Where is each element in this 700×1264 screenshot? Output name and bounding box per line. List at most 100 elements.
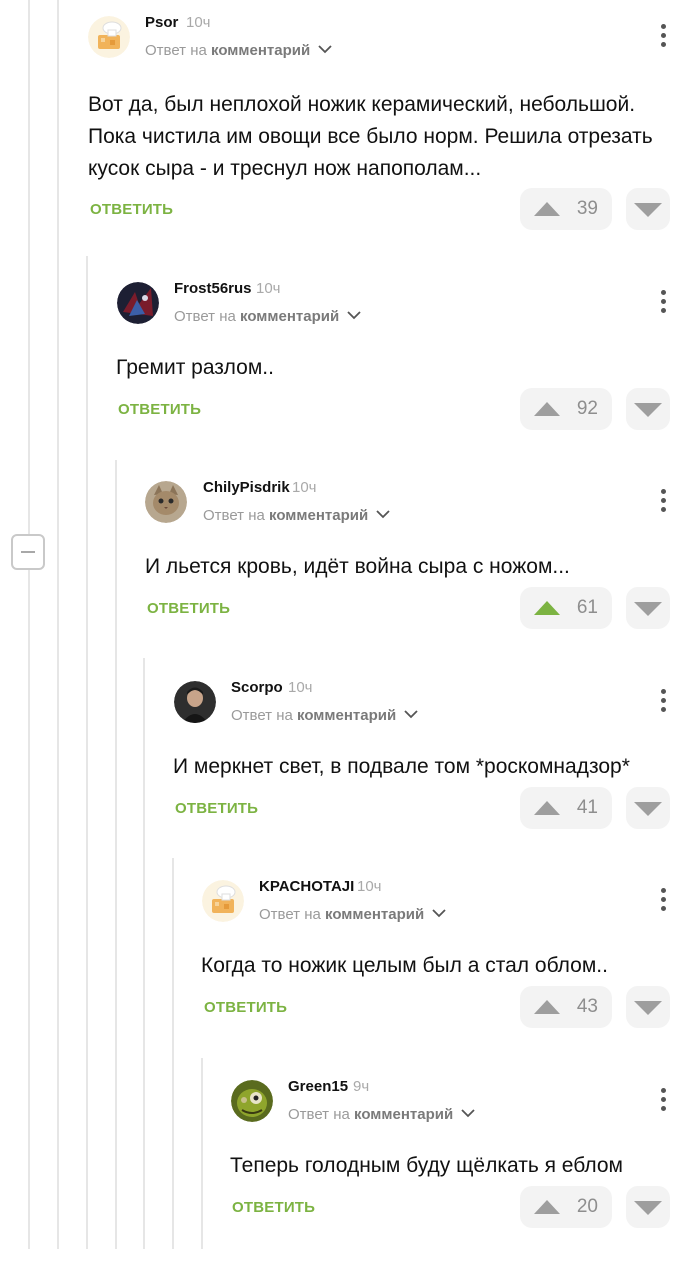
comment-text: Гремит разлом.. bbox=[116, 352, 274, 384]
arrow-down-icon bbox=[634, 203, 662, 217]
comment-text: И меркнет свет, в подвале том *роскомнад… bbox=[173, 751, 630, 783]
comment-text: Вот да, был неплохой ножик керамический,… bbox=[88, 89, 653, 185]
arrow-up-icon bbox=[534, 202, 560, 216]
timestamp: 9ч bbox=[353, 1078, 370, 1095]
chevron-down-icon bbox=[347, 311, 361, 320]
chevron-down-icon bbox=[461, 1109, 475, 1118]
upvote-button[interactable]: 20 bbox=[520, 1186, 612, 1228]
reply-to-link[interactable]: Ответ на комментарий bbox=[288, 1106, 475, 1123]
more-options-icon[interactable] bbox=[658, 1088, 668, 1118]
comment: KPACHOTAJI 10ч Ответ на комментарий Когд… bbox=[0, 864, 700, 1064]
upvote-button[interactable]: 92 bbox=[520, 388, 612, 430]
timestamp: 10ч bbox=[292, 479, 317, 496]
upvote-button[interactable]: 43 bbox=[520, 986, 612, 1028]
more-options-icon[interactable] bbox=[658, 689, 668, 719]
reply-button[interactable]: ОТВЕТИТЬ bbox=[147, 600, 230, 617]
author-name[interactable]: ChilyPisdrik bbox=[203, 479, 290, 496]
reply-target: комментарий bbox=[269, 507, 369, 524]
downvote-button[interactable] bbox=[626, 1186, 670, 1228]
reply-to-link[interactable]: Ответ на комментарий bbox=[231, 707, 418, 724]
arrow-up-icon bbox=[534, 601, 560, 615]
comment: Green15 9ч Ответ на комментарий Теперь г… bbox=[0, 1064, 700, 1264]
reply-target: комментарий bbox=[325, 906, 425, 923]
reply-to-link[interactable]: Ответ на комментарий bbox=[203, 507, 390, 524]
reply-button[interactable]: ОТВЕТИТЬ bbox=[118, 401, 201, 418]
timestamp: 10ч bbox=[256, 280, 281, 297]
arrow-down-icon bbox=[634, 403, 662, 417]
reply-prefix: Ответ на bbox=[259, 906, 321, 923]
timestamp: 10ч bbox=[288, 679, 313, 696]
fantasy-avatar-icon[interactable] bbox=[117, 282, 159, 324]
vote-count: 41 bbox=[576, 797, 598, 818]
reply-target: комментарий bbox=[354, 1106, 454, 1123]
reply-prefix: Ответ на bbox=[288, 1106, 350, 1123]
reply-prefix: Ответ на bbox=[231, 707, 293, 724]
comment: Scorpo 10ч Ответ на комментарий И меркне… bbox=[0, 665, 700, 865]
author-name[interactable]: Psor bbox=[145, 14, 178, 31]
reply-button[interactable]: ОТВЕТИТЬ bbox=[90, 201, 173, 218]
chef-avatar-icon[interactable] bbox=[88, 16, 130, 58]
more-options-icon[interactable] bbox=[658, 290, 668, 320]
arrow-up-icon bbox=[534, 1000, 560, 1014]
timestamp: 10ч bbox=[357, 878, 382, 895]
downvote-button[interactable] bbox=[626, 787, 670, 829]
comment-text: Теперь голодным буду щёлкать я еблом bbox=[230, 1150, 623, 1182]
upvote-button[interactable]: 61 bbox=[520, 587, 612, 629]
reply-target: комментарий bbox=[211, 42, 311, 59]
arrow-down-icon bbox=[634, 802, 662, 816]
author-name[interactable]: Green15 bbox=[288, 1078, 348, 1095]
arrow-up-icon bbox=[534, 801, 560, 815]
comment-line: И льется кровь, идёт война сыра с ножом.… bbox=[145, 555, 570, 578]
reply-to-link[interactable]: Ответ на комментарий bbox=[145, 42, 332, 59]
author-name[interactable]: KPACHOTAJI bbox=[259, 878, 354, 895]
comment: Frost56rus 10ч Ответ на комментарий Грем… bbox=[0, 266, 700, 466]
upvote-button[interactable]: 41 bbox=[520, 787, 612, 829]
chevron-down-icon bbox=[432, 909, 446, 918]
reply-to-link[interactable]: Ответ на комментарий bbox=[259, 906, 446, 923]
monster-avatar-icon[interactable] bbox=[231, 1080, 273, 1122]
more-options-icon[interactable] bbox=[658, 489, 668, 519]
vote-count: 43 bbox=[576, 996, 598, 1017]
reply-target: комментарий bbox=[297, 707, 397, 724]
more-options-icon[interactable] bbox=[658, 888, 668, 918]
vote-count: 20 bbox=[576, 1196, 598, 1217]
comment-text: Когда то ножик целым был а стал облом.. bbox=[201, 950, 608, 982]
arrow-down-icon bbox=[634, 1001, 662, 1015]
reply-button[interactable]: ОТВЕТИТЬ bbox=[175, 800, 258, 817]
downvote-button[interactable] bbox=[626, 388, 670, 430]
reply-prefix: Ответ на bbox=[145, 42, 207, 59]
arrow-up-icon bbox=[534, 1200, 560, 1214]
comment-line: кусок сыра - и треснул нож напополам... bbox=[88, 157, 482, 180]
comment: ChilyPisdrik 10ч Ответ на комментарий И … bbox=[0, 465, 700, 665]
comment: Psor 10ч Ответ на комментарий Вот да, бы… bbox=[0, 0, 700, 230]
comment-line: Вот да, был неплохой ножик керамический,… bbox=[88, 93, 636, 116]
more-options-icon[interactable] bbox=[658, 24, 668, 54]
upvote-button[interactable]: 39 bbox=[520, 188, 612, 230]
vote-count: 39 bbox=[576, 198, 598, 219]
downvote-button[interactable] bbox=[626, 188, 670, 230]
reply-prefix: Ответ на bbox=[203, 507, 265, 524]
chef-avatar-icon[interactable] bbox=[202, 880, 244, 922]
timestamp: 10ч bbox=[186, 14, 211, 31]
reply-button[interactable]: ОТВЕТИТЬ bbox=[232, 1199, 315, 1216]
man-avatar-icon[interactable] bbox=[174, 681, 216, 723]
reply-button[interactable]: ОТВЕТИТЬ bbox=[204, 999, 287, 1016]
vote-count: 61 bbox=[576, 597, 598, 618]
author-name[interactable]: Scorpo bbox=[231, 679, 283, 696]
reply-prefix: Ответ на bbox=[174, 308, 236, 325]
chevron-down-icon bbox=[376, 510, 390, 519]
comment-line: Когда то ножик целым был а стал облом.. bbox=[201, 954, 608, 977]
arrow-down-icon bbox=[634, 1201, 662, 1215]
arrow-down-icon bbox=[634, 602, 662, 616]
arrow-up-icon bbox=[534, 402, 560, 416]
comment-text: И льется кровь, идёт война сыра с ножом.… bbox=[145, 551, 570, 583]
comment-line: Гремит разлом.. bbox=[116, 356, 274, 379]
downvote-button[interactable] bbox=[626, 986, 670, 1028]
author-name[interactable]: Frost56rus bbox=[174, 280, 252, 297]
comment-line: Пока чистила им овощи все было норм. Реш… bbox=[88, 125, 653, 148]
reply-to-link[interactable]: Ответ на комментарий bbox=[174, 308, 361, 325]
downvote-button[interactable] bbox=[626, 587, 670, 629]
chevron-down-icon bbox=[318, 45, 332, 54]
chevron-down-icon bbox=[404, 710, 418, 719]
cat-avatar-icon[interactable] bbox=[145, 481, 187, 523]
